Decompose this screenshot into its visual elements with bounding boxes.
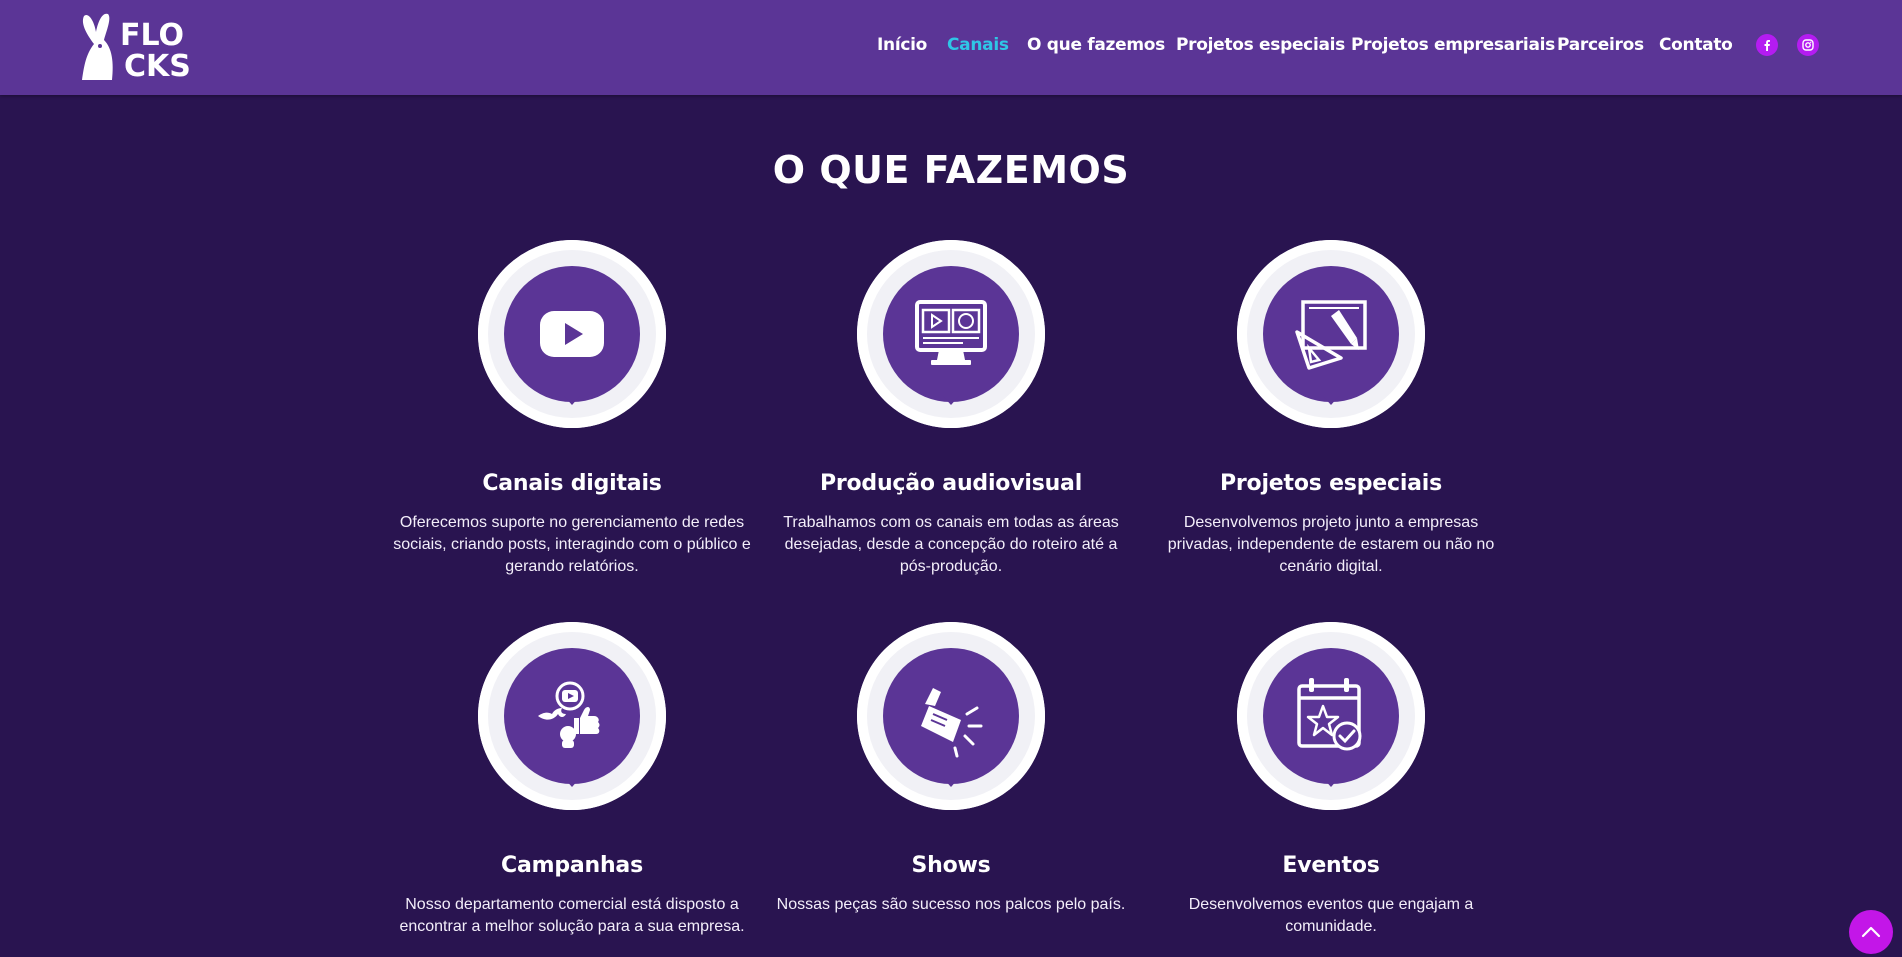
service-title: Projetos especiais <box>1219 471 1443 496</box>
social-media-campaign-icon <box>538 681 600 748</box>
service-card-shows: Shows Nossas peças são sucesso nos palco… <box>771 622 1131 916</box>
service-description: Nossas peças são sucesso nos palcos pelo… <box>776 896 1126 913</box>
service-card-eventos: Eventos Desenvolvemos eventos que engaja… <box>1151 622 1511 938</box>
service-badge <box>478 622 666 810</box>
video-editing-monitor-icon <box>915 300 987 365</box>
service-badge <box>857 240 1045 428</box>
section-title: O QUE FAZEMOS <box>772 148 1130 192</box>
site-header: FLO CKS Início Canais O que fazemos Proj… <box>0 0 1902 95</box>
stage-spotlight-icon <box>921 688 983 758</box>
event-calendar-icon <box>1297 678 1362 751</box>
main-nav: Início Canais O que fazemos Projetos esp… <box>0 33 1902 57</box>
service-description: Trabalhamos com os canais em todas as ár… <box>783 514 1119 575</box>
service-badge <box>478 240 666 428</box>
service-title: Eventos <box>1282 853 1380 878</box>
service-card-canais-digitais: Canais digitais Oferecemos suporte no ge… <box>392 240 752 578</box>
nav-item-parceiros[interactable]: Parceiros <box>1557 33 1644 57</box>
instagram-icon <box>1802 39 1814 51</box>
facebook-link[interactable] <box>1756 34 1778 56</box>
chevron-up-icon <box>1861 926 1881 938</box>
service-badge <box>1237 240 1425 428</box>
service-title: Produção audiovisual <box>819 471 1083 496</box>
youtube-play-icon <box>540 311 604 357</box>
service-badge <box>1237 622 1425 810</box>
nav-item-inicio[interactable]: Início <box>877 33 927 57</box>
facebook-icon <box>1764 40 1770 51</box>
nav-item-canais[interactable]: Canais <box>947 33 1009 57</box>
service-card-producao-audiovisual: Produção audiovisual Trabalhamos com os … <box>771 240 1131 578</box>
service-title: Campanhas <box>501 853 643 878</box>
nav-item-projetos-especiais[interactable]: Projetos especiais <box>1176 33 1345 57</box>
service-card-campanhas: Campanhas Nosso departamento comercial e… <box>392 622 752 938</box>
design-tools-icon <box>1295 300 1367 370</box>
instagram-link[interactable] <box>1797 34 1819 56</box>
service-description: Nosso departamento comercial está dispos… <box>399 896 745 935</box>
nav-item-projetos-empresariais[interactable]: Projetos empresariais <box>1351 33 1555 57</box>
service-description: Desenvolvemos eventos que engajam a comu… <box>1188 896 1474 935</box>
nav-item-o-que-fazemos[interactable]: O que fazemos <box>1027 33 1165 57</box>
service-description: Oferecemos suporte no gerenciamento de r… <box>393 514 751 575</box>
back-to-top-button[interactable] <box>1849 910 1893 954</box>
service-card-projetos-especiais: Projetos especiais Desenvolvemos projeto… <box>1151 240 1511 578</box>
nav-item-contato[interactable]: Contato <box>1659 33 1733 57</box>
service-title: Shows <box>911 853 991 878</box>
service-title: Canais digitais <box>482 471 662 496</box>
service-badge <box>857 622 1045 810</box>
service-description: Desenvolvemos projeto junto a empresas p… <box>1167 514 1495 575</box>
